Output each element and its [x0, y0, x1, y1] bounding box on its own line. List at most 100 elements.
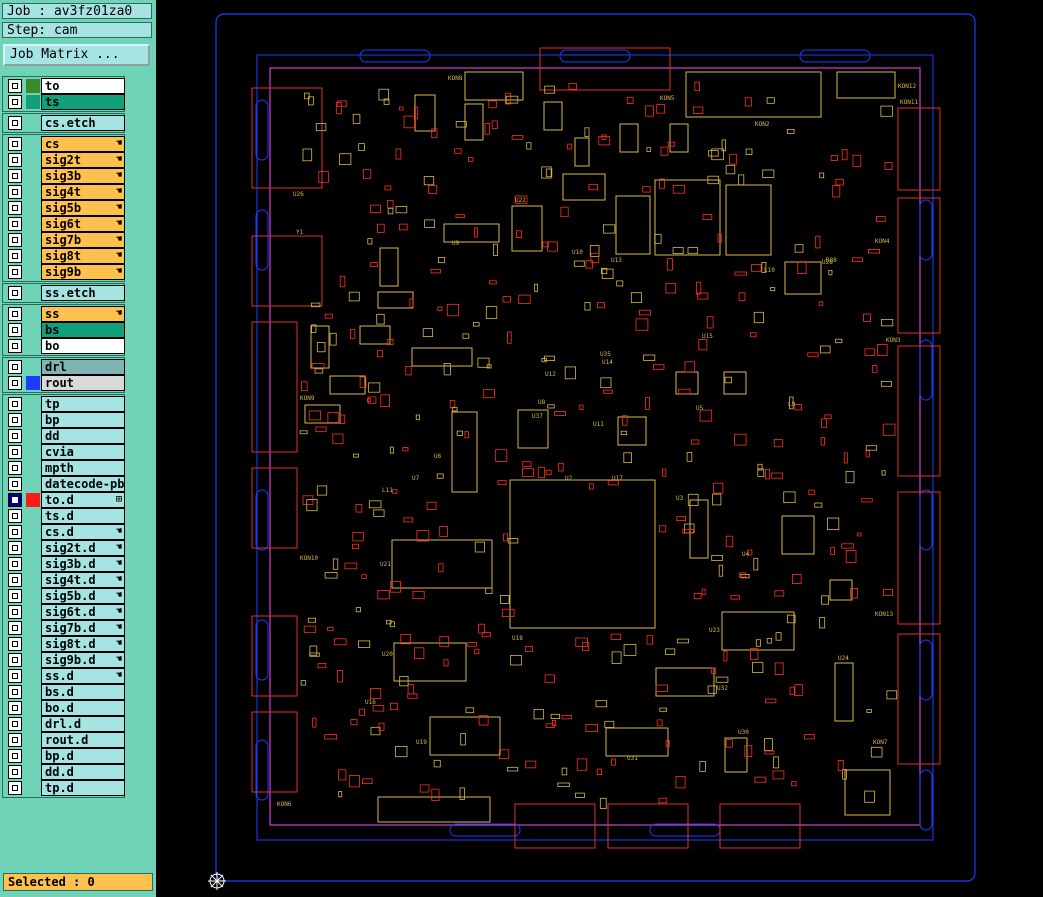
layer-checkbox[interactable]: [8, 477, 22, 491]
layer-name[interactable]: sig7b ☚: [41, 232, 125, 248]
layer-checkbox[interactable]: [8, 637, 22, 651]
layer-name[interactable]: ss.d ☚: [41, 668, 125, 684]
layer-name[interactable]: bo.d: [41, 700, 125, 716]
layer-checkbox[interactable]: [8, 589, 22, 603]
layer-name[interactable]: cs ☚: [41, 136, 125, 152]
layer-row-cs[interactable]: cs ☚: [4, 136, 125, 152]
layer-row-sig2t.d[interactable]: sig2t.d ☚: [4, 540, 125, 556]
layer-name[interactable]: drl: [41, 359, 125, 375]
layer-checkbox[interactable]: [8, 413, 22, 427]
layer-row-bp.d[interactable]: bp.d: [4, 748, 125, 764]
layer-row-sig7b.d[interactable]: sig7b.d ☚: [4, 620, 125, 636]
layer-checkbox[interactable]: [8, 249, 22, 263]
layer-row-sig4t[interactable]: sig4t ☚: [4, 184, 125, 200]
layer-row-dd[interactable]: dd: [4, 428, 125, 444]
layer-checkbox[interactable]: [8, 153, 22, 167]
layer-name[interactable]: cs.d ☚: [41, 524, 125, 540]
layer-checkbox[interactable]: [8, 717, 22, 731]
layer-name[interactable]: dd: [41, 428, 125, 444]
layer-row-cvia[interactable]: cvia: [4, 444, 125, 460]
layer-row-datecode-pbe[interactable]: datecode-pbe: [4, 476, 125, 492]
layer-name[interactable]: to.d ⊞: [41, 492, 125, 508]
layer-name[interactable]: to: [41, 78, 125, 94]
layer-row-bo.d[interactable]: bo.d: [4, 700, 125, 716]
layer-name[interactable]: sig5b.d ☚: [41, 588, 125, 604]
layer-row-sig6t[interactable]: sig6t ☚: [4, 216, 125, 232]
layer-row-ss.etch[interactable]: ss.etch: [4, 285, 125, 301]
layer-checkbox[interactable]: [8, 79, 22, 93]
layer-name[interactable]: sig4t ☚: [41, 184, 125, 200]
layer-row-ss.d[interactable]: ss.d ☚: [4, 668, 125, 684]
layer-row-drl.d[interactable]: drl.d: [4, 716, 125, 732]
layer-color-swatch[interactable]: [26, 493, 40, 507]
layer-name[interactable]: sig6t.d ☚: [41, 604, 125, 620]
layer-checkbox[interactable]: [8, 265, 22, 279]
layer-checkbox[interactable]: [8, 733, 22, 747]
layer-checkbox[interactable]: [8, 339, 22, 353]
layer-row-bo[interactable]: bo: [4, 338, 125, 354]
layer-name[interactable]: sig8t ☚: [41, 248, 125, 264]
layer-name[interactable]: bs: [41, 322, 125, 338]
layer-color-swatch[interactable]: [26, 79, 40, 93]
layer-checkbox[interactable]: [8, 445, 22, 459]
layer-name[interactable]: sig3b.d ☚: [41, 556, 125, 572]
cad-canvas[interactable]: KON8 KON5 KON2 KON12 KON11 KON4 KON3 KON9 KON10 K…: [156, 0, 1043, 897]
layer-row-sig3b[interactable]: sig3b ☚: [4, 168, 125, 184]
layer-row-sig6t.d[interactable]: sig6t.d ☚: [4, 604, 125, 620]
layer-checkbox[interactable]: [8, 116, 22, 130]
layer-color-swatch[interactable]: [26, 376, 40, 390]
layer-row-tp[interactable]: tp: [4, 396, 125, 412]
layer-name[interactable]: cs.etch: [41, 115, 125, 131]
layer-row-sig8t[interactable]: sig8t ☚: [4, 248, 125, 264]
layer-name[interactable]: tp.d: [41, 780, 125, 796]
layer-checkbox[interactable]: [8, 233, 22, 247]
layer-row-drl[interactable]: drl: [4, 359, 125, 375]
layer-name[interactable]: sig8t.d ☚: [41, 636, 125, 652]
layer-checkbox[interactable]: [8, 217, 22, 231]
layer-checkbox[interactable]: [8, 397, 22, 411]
layer-name[interactable]: ts.d: [41, 508, 125, 524]
layer-row-mpth[interactable]: mpth: [4, 460, 125, 476]
layer-row-sig2t[interactable]: sig2t ☚: [4, 152, 125, 168]
layer-checkbox[interactable]: [8, 621, 22, 635]
layer-row-sig9b.d[interactable]: sig9b.d ☚: [4, 652, 125, 668]
layer-row-rout[interactable]: rout: [4, 375, 125, 391]
layer-name[interactable]: bs.d: [41, 684, 125, 700]
layer-name[interactable]: sig6t ☚: [41, 216, 125, 232]
job-matrix-button[interactable]: Job Matrix ...: [3, 44, 150, 66]
layer-name[interactable]: rout.d: [41, 732, 125, 748]
layer-checkbox[interactable]: [8, 376, 22, 390]
layer-row-sig9b[interactable]: sig9b ☚: [4, 264, 125, 280]
layer-row-dd.d[interactable]: dd.d: [4, 764, 125, 780]
layer-checkbox[interactable]: [8, 701, 22, 715]
layer-checkbox[interactable]: [8, 557, 22, 571]
layer-name[interactable]: mpth: [41, 460, 125, 476]
layer-row-bs[interactable]: bs: [4, 322, 125, 338]
layer-name[interactable]: datecode-pbe: [41, 476, 125, 492]
layer-row-ss[interactable]: ss ☚: [4, 306, 125, 322]
layer-checkbox[interactable]: [8, 493, 22, 507]
layer-checkbox[interactable]: [8, 429, 22, 443]
layer-row-cs.d[interactable]: cs.d ☚: [4, 524, 125, 540]
layer-checkbox[interactable]: [8, 781, 22, 795]
layer-name[interactable]: bp: [41, 412, 125, 428]
layer-checkbox[interactable]: [8, 169, 22, 183]
layer-name[interactable]: bp.d: [41, 748, 125, 764]
layer-checkbox[interactable]: [8, 685, 22, 699]
layer-checkbox[interactable]: [8, 765, 22, 779]
layer-checkbox[interactable]: [8, 185, 22, 199]
layer-checkbox[interactable]: [8, 509, 22, 523]
layer-checkbox[interactable]: [8, 669, 22, 683]
layer-row-bs.d[interactable]: bs.d: [4, 684, 125, 700]
layer-checkbox[interactable]: [8, 461, 22, 475]
layer-row-tp.d[interactable]: tp.d: [4, 780, 125, 796]
layer-name[interactable]: sig9b.d ☚: [41, 652, 125, 668]
layer-checkbox[interactable]: [8, 653, 22, 667]
layer-name[interactable]: ss.etch: [41, 285, 125, 301]
layer-row-sig8t.d[interactable]: sig8t.d ☚: [4, 636, 125, 652]
layer-row-sig4t.d[interactable]: sig4t.d ☚: [4, 572, 125, 588]
layer-name[interactable]: ss ☚: [41, 306, 125, 322]
layer-row-cs.etch[interactable]: cs.etch: [4, 115, 125, 131]
layer-row-rout.d[interactable]: rout.d: [4, 732, 125, 748]
layer-checkbox[interactable]: [8, 95, 22, 109]
